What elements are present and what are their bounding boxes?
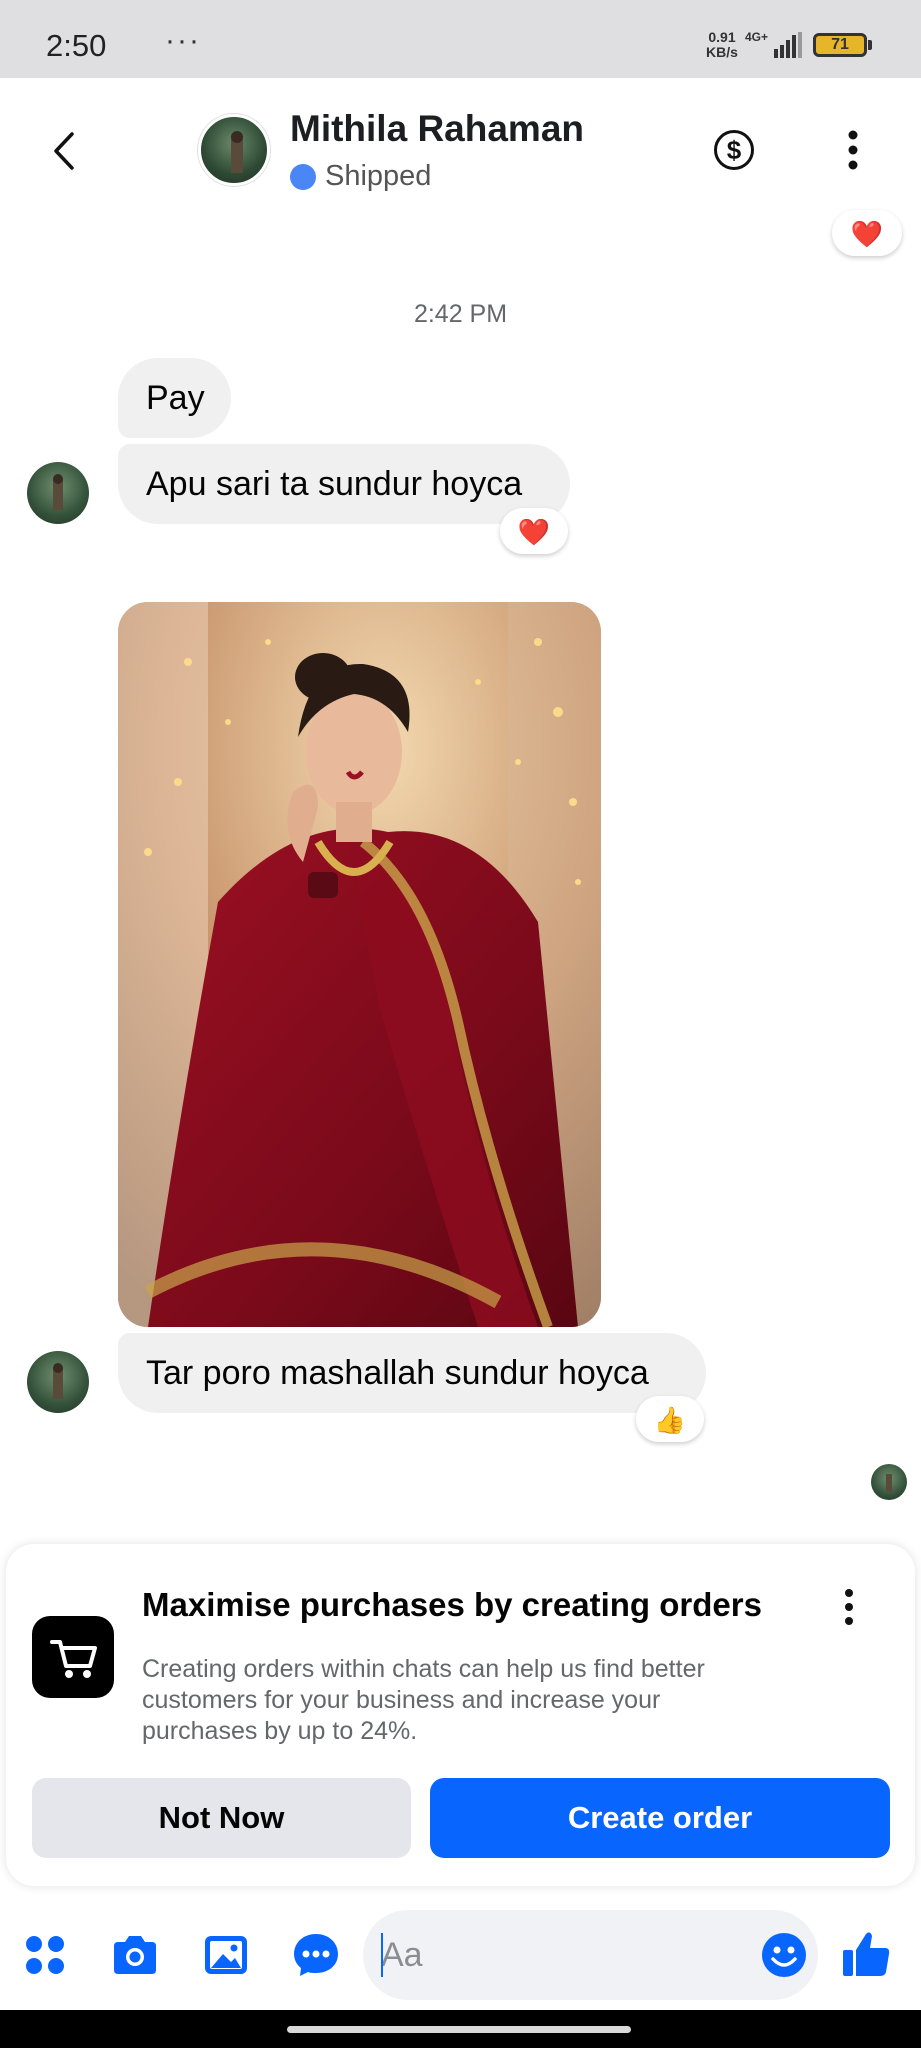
battery-tip [868,40,872,50]
dollar-icon[interactable]: $ [714,130,754,170]
order-status[interactable]: Shipped [325,160,431,193]
status-time: 2:50 [46,28,107,63]
contact-avatar[interactable] [198,114,270,186]
message-bubble[interactable]: Apu sari ta sundur hoyca [118,444,570,524]
not-now-button[interactable]: Not Now [32,1778,411,1858]
create-order-button[interactable]: Create order [430,1778,890,1858]
reaction-heart[interactable]: ❤️ [500,508,568,554]
message-input[interactable] [363,1910,818,2000]
apps-icon[interactable] [20,1930,70,1980]
message-composer [0,1900,921,2010]
emoji-icon[interactable] [760,1931,808,1979]
reaction-heart[interactable]: ❤️ [832,210,902,256]
signal-icon [774,32,802,58]
chat-header: Mithila Rahaman Shipped $ [0,78,921,223]
back-icon[interactable] [46,126,86,176]
promo-more-icon[interactable] [844,1589,854,1625]
chat-timestamp: 2:42 PM [413,300,508,328]
status-more-dots: ··· [165,24,201,57]
cart-icon [32,1616,114,1698]
more-icon[interactable] [848,130,858,170]
reaction-thumbs-up[interactable]: 👍 [636,1396,704,1442]
text-caret [381,1933,383,1977]
system-nav-bar [0,2010,921,2048]
home-indicator[interactable] [287,2026,631,2033]
status-dot [290,164,316,190]
seen-avatar [871,1464,907,1500]
network-speed: 0.91 KB/s [706,29,738,60]
status-bar: 2:50 ··· 0.91 KB/s 4G+ 71 [0,0,921,78]
battery-icon: 71 [813,33,867,57]
message-bubble[interactable]: Pay [118,358,231,438]
contact-name[interactable]: Mithila Rahaman [290,108,584,150]
camera-icon[interactable] [110,1930,160,1980]
message-bubble[interactable]: Tar poro mashallah sundur hoyca [118,1333,706,1413]
thumbs-up-icon[interactable] [840,1928,892,1980]
gallery-icon[interactable] [201,1930,251,1980]
message-photo-saree[interactable] [118,602,601,1327]
create-order-promo-card: Maximise purchases by creating orders Cr… [6,1544,915,1886]
sender-avatar[interactable] [27,1351,89,1413]
promo-description: Creating orders within chats can help us… [142,1655,705,1745]
promo-title: Maximise purchases by creating orders [142,1586,762,1623]
chat-bubble-icon[interactable] [291,1930,341,1980]
sender-avatar[interactable] [27,462,89,524]
